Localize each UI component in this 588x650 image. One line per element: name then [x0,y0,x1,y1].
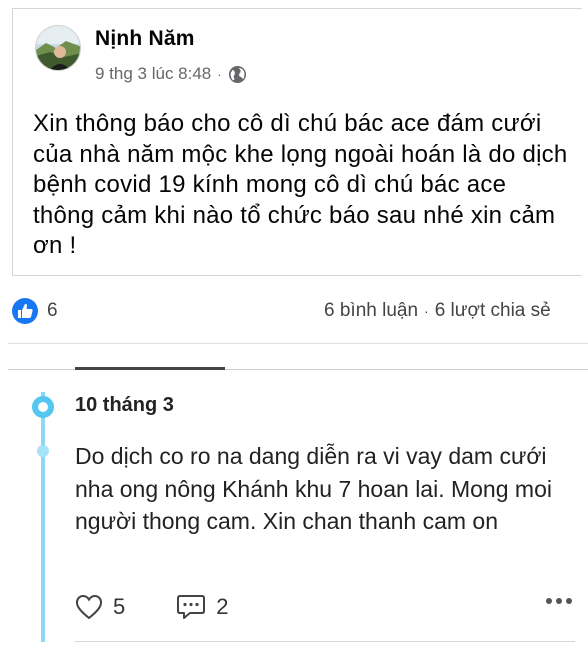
tab-indicator [75,367,225,370]
comment-count[interactable]: 6 bình luận [324,300,418,321]
reactions-bar: 6 6 bình luận · 6 lượt chia sẻ [12,296,588,326]
comment-icon[interactable] [176,593,206,621]
divider [8,343,588,344]
like-icon[interactable] [12,298,38,324]
timeline-node [32,396,54,418]
reaction-count[interactable]: 6 [47,300,58,322]
post-timestamp[interactable]: 9 thg 3 lúc 8:48 [95,64,211,84]
post-text: Xin thông báo cho cô dì chú bác ace đám … [33,110,568,259]
divider [75,641,575,642]
more-icon[interactable] [546,598,572,608]
globe-icon[interactable] [228,65,247,84]
engagement-counts: 6 bình luận · 6 lượt chia sẻ [324,300,551,322]
author-name[interactable]: Nịnh Năm [95,27,195,51]
timeline-dot [37,445,49,457]
counts-separator: · [424,303,429,319]
avatar[interactable] [35,25,81,71]
comment-text: Do dịch co ro na dang diễn ra vi vay dam… [75,443,552,534]
heart-icon[interactable] [75,594,103,620]
meta-separator: · [217,66,222,82]
avatar-photo [36,26,80,70]
comment-date: 10 tháng 3 [75,394,174,416]
facebook-post: Nịnh Năm 9 thg 3 lúc 8:48 · Xin thông bá… [12,8,582,276]
like-count[interactable]: 5 [113,594,125,620]
share-count[interactable]: 6 lượt chia sẻ [435,300,551,321]
comment-actions: 5 2 [75,591,229,623]
timeline-line [41,392,45,642]
reply-count[interactable]: 2 [216,594,228,620]
post-meta: 9 thg 3 lúc 8:48 · [95,64,247,84]
